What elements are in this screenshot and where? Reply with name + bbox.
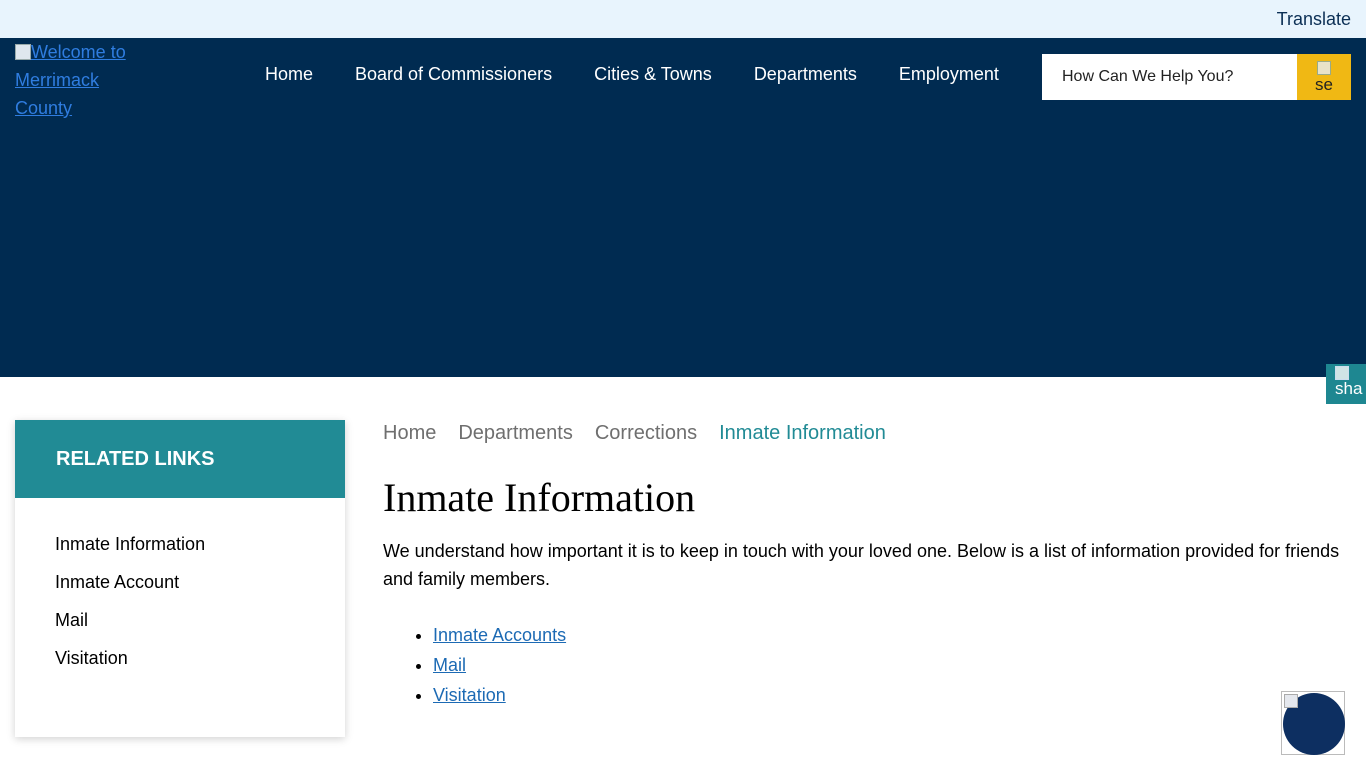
search-icon bbox=[1317, 61, 1331, 75]
related-links-sidebar: RELATED LINKS Inmate Information Inmate … bbox=[15, 420, 345, 737]
breadcrumb: Home Departments Corrections Inmate Info… bbox=[383, 422, 908, 445]
sidebar-title: RELATED LINKS bbox=[15, 420, 345, 498]
logo-alt-text: Welcome to Merrimack County bbox=[15, 42, 126, 118]
nav-board-of-commissioners[interactable]: Board of Commissioners bbox=[355, 64, 552, 85]
broken-image-icon bbox=[1284, 694, 1298, 708]
breadcrumb-current: Inmate Information bbox=[719, 422, 886, 444]
broken-image-icon bbox=[15, 44, 31, 60]
site-header: Welcome to Merrimack County Home Board o… bbox=[0, 38, 1366, 377]
sidebar-item-visitation[interactable]: Visitation bbox=[55, 648, 345, 686]
link-visitation[interactable]: Visitation bbox=[433, 685, 506, 705]
sidebar-item-inmate-information[interactable]: Inmate Information bbox=[55, 534, 345, 572]
share-button[interactable]: sha bbox=[1326, 364, 1366, 404]
intro-text: We understand how important it is to kee… bbox=[383, 541, 1340, 589]
nav-cities-towns[interactable]: Cities & Towns bbox=[594, 64, 712, 85]
link-inmate-accounts[interactable]: Inmate Accounts bbox=[433, 625, 566, 645]
link-mail[interactable]: Mail bbox=[433, 655, 466, 675]
nav-departments[interactable]: Departments bbox=[754, 64, 857, 85]
top-bar: Translate bbox=[0, 0, 1366, 38]
sidebar-list: Inmate Information Inmate Account Mail V… bbox=[15, 498, 345, 686]
chat-widget-button[interactable] bbox=[1281, 691, 1345, 755]
main-nav: Home Board of Commissioners Cities & Tow… bbox=[244, 64, 1020, 85]
breadcrumb-departments[interactable]: Departments bbox=[458, 422, 573, 445]
info-link-list: Inmate Accounts Mail Visitation bbox=[433, 620, 566, 710]
search-input[interactable] bbox=[1042, 54, 1297, 100]
breadcrumb-corrections[interactable]: Corrections bbox=[595, 422, 697, 445]
search-form: se bbox=[1042, 54, 1351, 100]
list-item: Inmate Accounts bbox=[433, 620, 566, 650]
search-button[interactable]: se bbox=[1297, 54, 1351, 100]
translate-link[interactable]: Translate bbox=[1277, 9, 1351, 30]
page-title: Inmate Information bbox=[383, 475, 696, 520]
share-alt-text: sha bbox=[1335, 379, 1363, 398]
site-logo[interactable]: Welcome to Merrimack County bbox=[15, 38, 135, 122]
list-item: Visitation bbox=[433, 680, 566, 710]
breadcrumb-home[interactable]: Home bbox=[383, 422, 436, 445]
share-icon bbox=[1335, 366, 1349, 380]
sidebar-item-inmate-account[interactable]: Inmate Account bbox=[55, 572, 345, 610]
search-button-alt: se bbox=[1315, 75, 1333, 94]
nav-employment[interactable]: Employment bbox=[899, 64, 999, 85]
nav-home[interactable]: Home bbox=[265, 64, 313, 85]
list-item: Mail bbox=[433, 650, 566, 680]
sidebar-item-mail[interactable]: Mail bbox=[55, 610, 345, 648]
